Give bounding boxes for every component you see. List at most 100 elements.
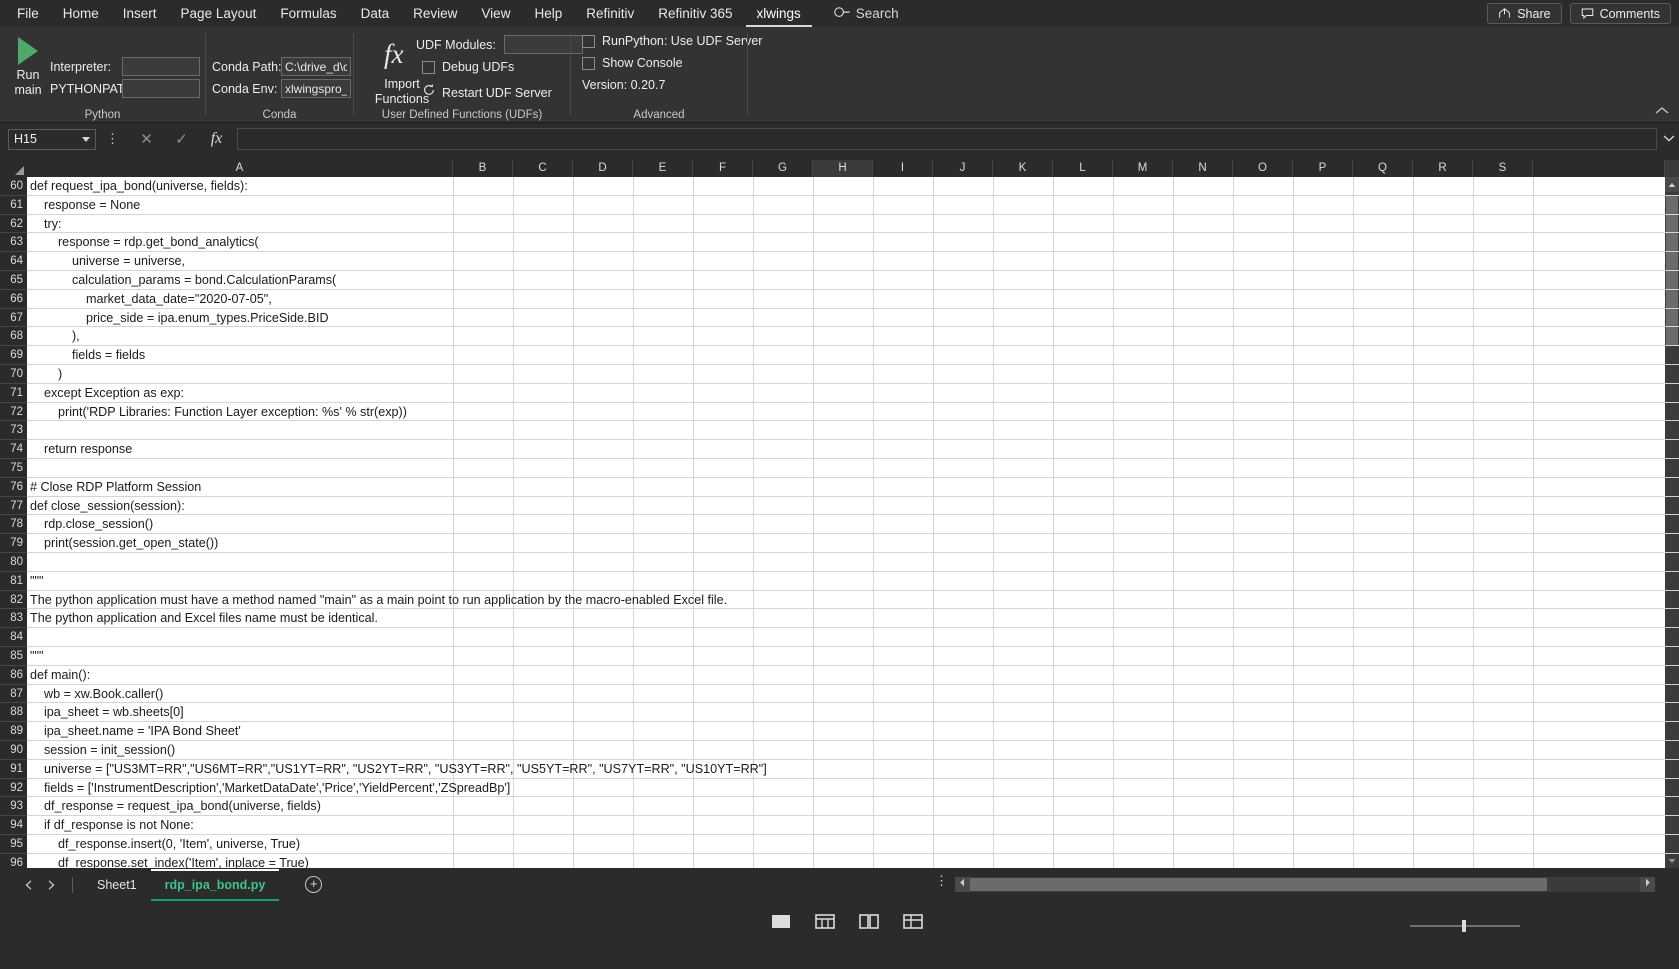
row-header-90[interactable]: 90 <box>0 741 27 760</box>
grid-row-cells[interactable] <box>27 459 1679 478</box>
horizontal-scroll-thumb[interactable] <box>970 878 1547 891</box>
column-header-k[interactable]: K <box>993 160 1053 177</box>
ribbon-tab-review[interactable]: Review <box>402 1 468 27</box>
page-layout-view-icon[interactable] <box>814 913 836 933</box>
row-header-93[interactable]: 93 <box>0 797 27 817</box>
grid-row-cells[interactable]: rdp.close_session() <box>27 515 1679 535</box>
cell-a71[interactable]: except Exception as exp: <box>30 384 184 403</box>
cancel-formula-button[interactable]: ✕ <box>129 127 164 151</box>
comments-button[interactable]: Comments <box>1569 3 1671 24</box>
row-header-64[interactable]: 64 <box>0 252 27 271</box>
row-header-74[interactable]: 74 <box>0 440 27 459</box>
ribbon-tab-formulas[interactable]: Formulas <box>269 1 347 27</box>
row-header-60[interactable]: 60 <box>0 177 27 196</box>
ribbon-tab-insert[interactable]: Insert <box>112 1 168 27</box>
row-header-75[interactable]: 75 <box>0 459 27 478</box>
row-header-96[interactable]: 96 <box>0 853 27 868</box>
row-header-66[interactable]: 66 <box>0 289 27 309</box>
column-header-b[interactable]: B <box>453 160 513 177</box>
formula-input[interactable] <box>237 128 1657 150</box>
cell-a76[interactable]: # Close RDP Platform Session <box>30 478 201 497</box>
cell-a66[interactable]: market_data_date="2020-07-05", <box>30 290 272 309</box>
cell-a82[interactable]: The python application must have a metho… <box>30 591 727 610</box>
cell-a74[interactable]: return response <box>30 440 132 459</box>
row-header-61[interactable]: 61 <box>0 195 27 215</box>
grid-row-cells[interactable]: if df_response is not None: <box>27 816 1679 835</box>
ribbon-tab-xlwings[interactable]: xlwings <box>745 1 812 27</box>
cell-a69[interactable]: fields = fields <box>30 346 145 365</box>
row-header-80[interactable]: 80 <box>0 553 27 572</box>
row-header-68[interactable]: 68 <box>0 327 27 347</box>
restart-udf-server-button[interactable]: Restart UDF Server <box>422 83 552 102</box>
cell-a83[interactable]: The python application and Excel files n… <box>30 609 378 628</box>
cell-a65[interactable]: calculation_params = bond.CalculationPar… <box>30 271 336 290</box>
grid-row-cells[interactable]: df_response = request_ipa_bond(universe,… <box>27 797 1679 817</box>
row-header-82[interactable]: 82 <box>0 590 27 610</box>
column-header-l[interactable]: L <box>1053 160 1113 177</box>
row-header-87[interactable]: 87 <box>0 684 27 704</box>
grid-row-cells[interactable] <box>27 553 1679 572</box>
row-header-81[interactable]: 81 <box>0 571 27 591</box>
grid-row-cells[interactable]: df_response.insert(0, 'Item', universe, … <box>27 835 1679 854</box>
page-break-preview-icon[interactable] <box>858 913 880 933</box>
grid-row-cells[interactable]: fields = ['InstrumentDescription','Marke… <box>27 778 1679 798</box>
column-header-f[interactable]: F <box>693 160 753 177</box>
ribbon-tab-help[interactable]: Help <box>523 1 573 27</box>
conda-env-input[interactable] <box>281 79 351 98</box>
scroll-right-button[interactable] <box>1640 877 1655 892</box>
column-header-h[interactable]: H <box>813 160 873 177</box>
row-header-92[interactable]: 92 <box>0 778 27 798</box>
cell-a77[interactable]: def close_session(session): <box>30 497 185 516</box>
grid-row-cells[interactable]: universe = ["US3MT=RR","US6MT=RR","US1YT… <box>27 759 1679 779</box>
grid-row-cells[interactable]: def close_session(session): <box>27 496 1679 516</box>
ribbon-tab-data[interactable]: Data <box>350 1 401 27</box>
row-header-83[interactable]: 83 <box>0 609 27 629</box>
cell-a62[interactable]: try: <box>30 215 62 234</box>
cell-a91[interactable]: universe = ["US3MT=RR","US6MT=RR","US1YT… <box>30 760 767 779</box>
expand-formula-bar-button[interactable] <box>1659 133 1679 145</box>
debug-udfs-checkbox[interactable]: Debug UDFs <box>422 60 514 74</box>
column-header-p[interactable]: P <box>1293 160 1353 177</box>
row-header-62[interactable]: 62 <box>0 214 27 234</box>
name-box[interactable]: H15 <box>8 128 96 150</box>
grid-row-cells[interactable]: """ <box>27 571 1679 591</box>
cell-a93[interactable]: df_response = request_ipa_bond(universe,… <box>30 797 321 816</box>
cell-a86[interactable]: def main(): <box>30 666 90 685</box>
row-header-78[interactable]: 78 <box>0 515 27 535</box>
cell-a94[interactable]: if df_response is not None: <box>30 816 194 835</box>
sheet-tab-sheet1[interactable]: Sheet1 <box>83 871 151 899</box>
interpreter-input[interactable] <box>122 57 200 76</box>
next-sheet-button[interactable] <box>40 873 62 897</box>
column-header-s[interactable]: S <box>1473 160 1533 177</box>
ribbon-tab-page-layout[interactable]: Page Layout <box>170 1 268 27</box>
column-header-d[interactable]: D <box>573 160 633 177</box>
cell-a88[interactable]: ipa_sheet = wb.sheets[0] <box>30 703 184 722</box>
grid-row-cells[interactable] <box>27 628 1679 647</box>
row-header-85[interactable]: 85 <box>0 647 27 666</box>
grid-row-cells[interactable]: except Exception as exp: <box>27 383 1679 403</box>
column-header-a[interactable]: A <box>27 160 453 177</box>
formula-bar-overflow-icon[interactable]: ⋮ <box>106 132 119 145</box>
row-header-76[interactable]: 76 <box>0 477 27 497</box>
column-header-j[interactable]: J <box>933 160 993 177</box>
ribbon-tab-view[interactable]: View <box>470 1 521 27</box>
runpython-udf-server-checkbox[interactable]: RunPython: Use UDF Server <box>582 34 762 48</box>
cell-a64[interactable]: universe = universe, <box>30 252 185 271</box>
grid-row-cells[interactable]: fields = fields <box>27 346 1679 365</box>
grid-row-cells[interactable]: wb = xw.Book.caller() <box>27 684 1679 704</box>
cell-a67[interactable]: price_side = ipa.enum_types.PriceSide.BI… <box>30 309 329 328</box>
add-sheet-button[interactable]: + <box>305 876 323 893</box>
column-header-e[interactable]: E <box>633 160 693 177</box>
search-box[interactable]: Search <box>834 4 899 23</box>
grid-row-cells[interactable]: ipa_sheet = wb.sheets[0] <box>27 703 1679 723</box>
page-break-view-icon[interactable] <box>902 913 924 933</box>
column-header-q[interactable]: Q <box>1353 160 1413 177</box>
cell-a90[interactable]: session = init_session() <box>30 741 175 760</box>
grid-row-cells[interactable]: try: <box>27 214 1679 234</box>
grid-row-cells[interactable]: # Close RDP Platform Session <box>27 477 1679 497</box>
ribbon-tab-refinitiv[interactable]: Refinitiv <box>575 1 645 27</box>
grid-row-cells[interactable]: price_side = ipa.enum_types.PriceSide.BI… <box>27 308 1679 328</box>
zoom-slider[interactable] <box>1410 919 1520 932</box>
grid-row-cells[interactable]: """ <box>27 647 1679 666</box>
ribbon-tab-file[interactable]: File <box>6 1 50 27</box>
